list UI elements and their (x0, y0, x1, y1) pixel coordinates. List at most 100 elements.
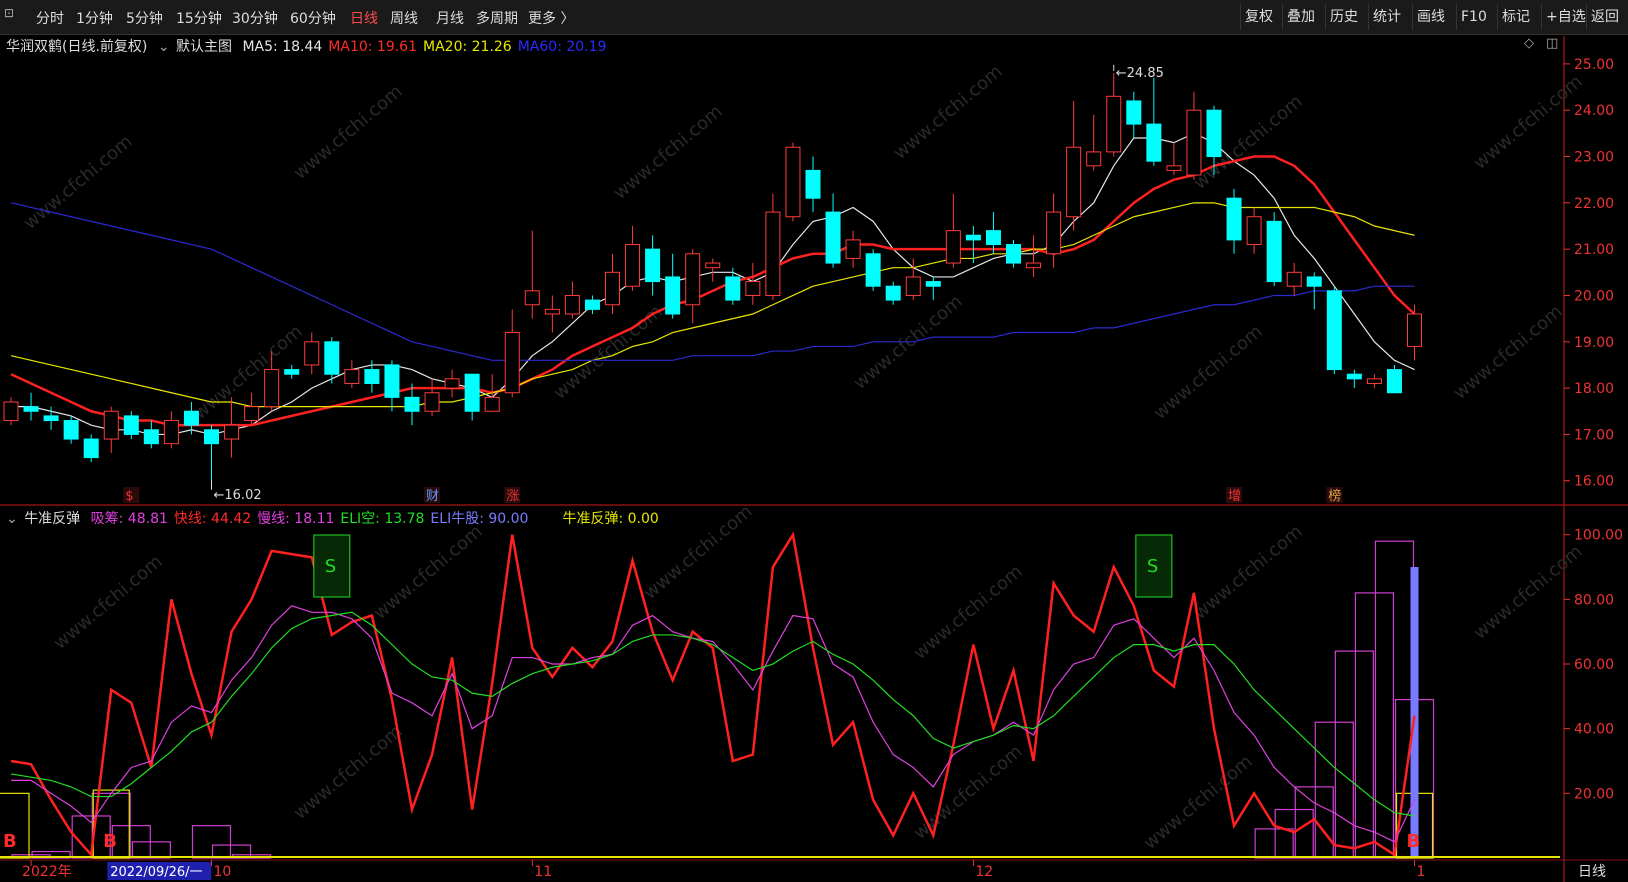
candle-body (424, 392, 440, 412)
price-tick-label-5: 20.00 (1574, 288, 1614, 304)
candle (284, 364, 300, 379)
candle-body (665, 276, 681, 315)
candle-body (985, 230, 1001, 246)
candle (1246, 207, 1262, 254)
candle-body (1106, 95, 1122, 153)
watermark-6: www.cfchi.com (50, 551, 167, 654)
indicator-legend-4: ELI牛股: 90.00 (430, 511, 529, 527)
candle-body (143, 429, 159, 445)
event-marker-4: 榜 (1328, 488, 1341, 504)
candle-body (224, 424, 240, 440)
candle (865, 249, 881, 291)
candle-body (625, 244, 641, 287)
template-dropdown-icon[interactable]: ⌄ (158, 39, 170, 55)
candle (1366, 374, 1382, 389)
accumulation-bar (1334, 650, 1374, 859)
candle (424, 378, 440, 416)
watermark-17: www.cfchi.com (290, 721, 407, 824)
candle-body (464, 373, 480, 412)
candle-body (304, 341, 320, 366)
watermark-10: www.cfchi.com (1190, 521, 1307, 624)
candle-body (1026, 262, 1042, 269)
candle-body (444, 378, 460, 389)
candle (1346, 369, 1362, 389)
candle-body (1366, 378, 1382, 384)
candle (224, 397, 240, 458)
candle (1046, 193, 1062, 268)
panel-icon[interactable]: ◫ (1546, 36, 1558, 51)
candle (1146, 77, 1162, 166)
candle-body (1286, 271, 1302, 287)
candle-body (1386, 369, 1402, 394)
candle (1386, 364, 1402, 394)
candle-body (584, 299, 600, 310)
indicator-tick-label-1: 80.00 (1574, 592, 1614, 608)
stock-name: 华润双鹤 (6, 39, 62, 55)
diamond-icon[interactable]: ◇ (1524, 36, 1534, 51)
candle-body (344, 369, 360, 384)
candle (524, 230, 540, 319)
candle-body (43, 415, 59, 422)
watermark-2: www.cfchi.com (610, 101, 727, 204)
indicator-legend-0: 吸筹: 48.81 (90, 511, 168, 527)
candle-body (1407, 313, 1422, 347)
candle (825, 193, 841, 268)
watermark-16: www.cfchi.com (1450, 301, 1567, 404)
candle (765, 193, 781, 301)
accumulation-bar (1254, 828, 1294, 859)
indicator-name[interactable]: 牛准反弹 (24, 511, 80, 527)
candle (1086, 114, 1102, 171)
candle (143, 420, 159, 449)
candle (204, 425, 219, 481)
candle-body (605, 271, 620, 306)
candle-body (103, 410, 119, 440)
price-tick-label-3: 22.00 (1574, 196, 1614, 212)
candle-body (324, 341, 340, 375)
candle-body (785, 146, 801, 218)
candle-body (544, 308, 560, 315)
candle (665, 253, 681, 319)
indicator-legend: ⌄ 牛准反弹 吸筹: 48.81 快线: 44.42 慢线: 18.11 ELI空: … (6, 508, 671, 528)
candle (123, 411, 139, 440)
candle (1407, 304, 1422, 361)
candle (504, 309, 520, 398)
event-marker-3: 增 (1228, 489, 1241, 504)
candle-body (685, 253, 701, 306)
price-extreme-label-0: ←16.02 (214, 488, 262, 503)
candle-body (705, 262, 721, 269)
candle (344, 360, 360, 389)
candle (1166, 142, 1182, 176)
chart-mode: (日线.前复权) (62, 39, 148, 55)
candle-body (163, 420, 179, 445)
watermark-19: www.cfchi.com (1140, 751, 1257, 854)
price-tick-label-9: 16.00 (1574, 474, 1614, 490)
candle-body (1226, 197, 1242, 241)
event-marker-0: $ (125, 489, 133, 504)
candle-body (1186, 109, 1202, 176)
candle-body (1126, 100, 1142, 125)
candle (63, 415, 79, 444)
candle-body (905, 276, 921, 296)
candle (1186, 91, 1202, 180)
time-label-4: 12 (975, 864, 993, 880)
accumulation-bar (1314, 721, 1354, 859)
candle (1126, 91, 1142, 138)
candle-body (645, 248, 661, 283)
candle-body (1266, 220, 1282, 283)
chart-area[interactable]: www.cfchi.com www.cfchi.com www.cfchi.com w… (0, 0, 1628, 882)
candle (685, 249, 701, 324)
candle (925, 276, 941, 301)
template-name[interactable]: 默认主图 (176, 39, 232, 55)
candle-body (183, 410, 199, 426)
candle-body (524, 290, 540, 306)
candle-body (123, 415, 139, 435)
candle-body (1066, 146, 1082, 218)
watermark-7: www.cfchi.com (370, 521, 487, 624)
candle-body (965, 234, 981, 241)
indicator-legend-5: 牛准反弹: 0.00 (562, 511, 659, 527)
collapse-icon[interactable]: ⌄ (6, 511, 18, 527)
candle (444, 369, 460, 398)
accumulation-bar (191, 825, 232, 859)
candle-body (284, 369, 300, 375)
candle-body (83, 438, 99, 459)
